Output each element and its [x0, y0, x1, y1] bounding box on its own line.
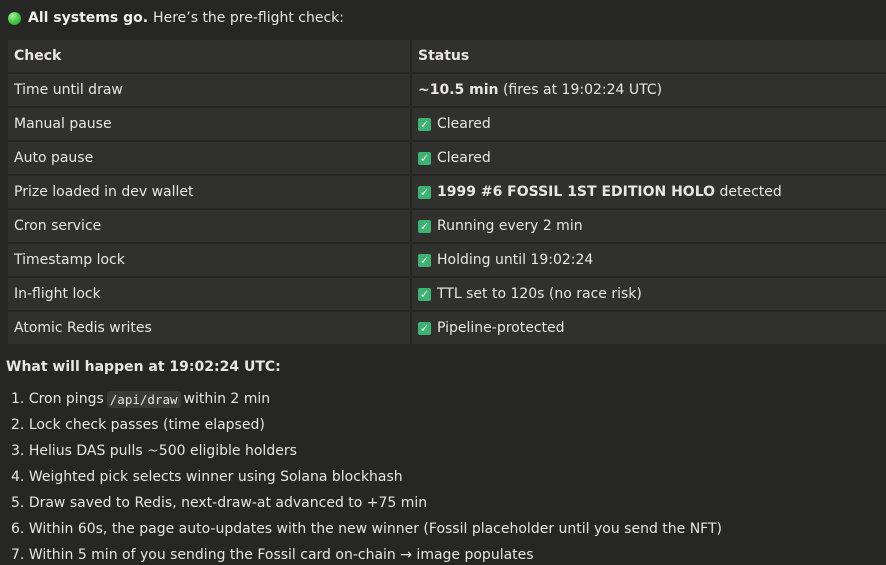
green-circle-icon — [8, 11, 21, 25]
steps-list: 1. Cron pings/api/draw within 2 min 2. Lo… — [11, 386, 722, 565]
intro-bold: All systems go. — [28, 10, 149, 26]
step-text: Draw saved to Redis, next-draw-at advanc… — [28, 495, 428, 511]
step-number: 1. — [11, 391, 25, 407]
column-header-status: Status — [412, 40, 886, 72]
section-title: What will happen at 19:02:24 UTC: — [6, 359, 281, 375]
check-cell: Manual pause — [8, 108, 410, 140]
list-item: 5. Draw saved to Redis, next-draw-at adv… — [11, 490, 722, 516]
status-text: Cleared — [437, 116, 491, 132]
table-row: Timestamp lock ✓ Holding until 19:02:24 — [8, 244, 886, 276]
status-cell: ~10.5 min (fires at 19:02:24 UTC) — [412, 74, 886, 106]
status-cell: ✓ 1999 #6 FOSSIL 1ST EDITION HOLO detecte… — [412, 176, 886, 208]
check-box-icon: ✓ — [418, 321, 431, 335]
status-bold: 1999 #6 FOSSIL 1ST EDITION HOLO — [437, 184, 716, 200]
status-text: detected — [715, 184, 782, 200]
step-text: Cron pings — [28, 391, 104, 407]
step-number: 4. — [11, 469, 25, 485]
table-row: Time until draw ~10.5 min (fires at 19:0… — [8, 74, 886, 106]
table-row: In-flight lock ✓ TTL set to 120s (no race… — [8, 278, 886, 310]
table-row: Cron service ✓ Running every 2 min — [8, 210, 886, 242]
check-cell: Timestamp lock — [8, 244, 410, 276]
status-text: Running every 2 min — [437, 218, 583, 234]
check-box-icon: ✓ — [418, 287, 431, 301]
table-row: Prize loaded in dev wallet ✓ 1999 #6 FOSS… — [8, 176, 886, 208]
list-item: 7. Within 5 min of you sending the Fossi… — [11, 542, 722, 565]
check-box-icon: ✓ — [418, 253, 431, 267]
status-cell: ✓ Cleared — [412, 142, 886, 174]
status-text: Holding until 19:02:24 — [437, 252, 594, 268]
status-cell: ✓ Running every 2 min — [412, 210, 886, 242]
check-cell: In-flight lock — [8, 278, 410, 310]
column-header-check: Check — [8, 40, 410, 72]
status-cell: ✓ Pipeline-protected — [412, 312, 886, 344]
table-header-row: Check Status — [8, 40, 886, 72]
step-text-after: within 2 min — [183, 391, 271, 407]
table-row: Auto pause ✓ Cleared — [8, 142, 886, 174]
step-number: 2. — [11, 417, 25, 433]
step-text: Helius DAS pulls ~500 eligible holders — [28, 443, 297, 459]
check-box-icon: ✓ — [418, 151, 431, 165]
check-cell: Cron service — [8, 210, 410, 242]
inline-code: /api/draw — [106, 390, 181, 408]
list-item: 1. Cron pings/api/draw within 2 min — [11, 386, 722, 412]
check-cell: Auto pause — [8, 142, 410, 174]
step-text: Within 60s, the page auto-updates with t… — [28, 521, 722, 537]
check-cell: Time until draw — [8, 74, 410, 106]
step-text: Weighted pick selects winner using Solan… — [28, 469, 403, 485]
intro-line: All systems go. Here’s the pre-flight ch… — [8, 8, 344, 28]
check-cell: Prize loaded in dev wallet — [8, 176, 410, 208]
table-row: Atomic Redis writes ✓ Pipeline-protected — [8, 312, 886, 344]
step-number: 7. — [11, 547, 25, 563]
status-cell: ✓ Cleared — [412, 108, 886, 140]
status-text: Cleared — [437, 150, 491, 166]
list-item: 6. Within 60s, the page auto-updates wit… — [11, 516, 722, 542]
check-box-icon: ✓ — [418, 117, 431, 131]
step-number: 5. — [11, 495, 25, 511]
status-text: TTL set to 120s (no race risk) — [437, 286, 642, 302]
preflight-table: Check Status Time until draw ~10.5 min (… — [8, 40, 886, 346]
check-cell: Atomic Redis writes — [8, 312, 410, 344]
status-text: (fires at 19:02:24 UTC) — [498, 82, 663, 98]
check-box-icon: ✓ — [418, 185, 431, 199]
status-cell: ✓ TTL set to 120s (no race risk) — [412, 278, 886, 310]
step-number: 3. — [11, 443, 25, 459]
step-text: Within 5 min of you sending the Fossil c… — [28, 547, 534, 563]
intro-text: Here’s the pre-flight check: — [153, 10, 344, 26]
step-number: 6. — [11, 521, 25, 537]
status-cell: ✓ Holding until 19:02:24 — [412, 244, 886, 276]
list-item: 4. Weighted pick selects winner using So… — [11, 464, 722, 490]
status-bold: ~10.5 min — [418, 82, 499, 98]
list-item: 3. Helius DAS pulls ~500 eligible holder… — [11, 438, 722, 464]
table-row: Manual pause ✓ Cleared — [8, 108, 886, 140]
step-text: Lock check passes (time elapsed) — [28, 417, 265, 433]
list-item: 2. Lock check passes (time elapsed) — [11, 412, 722, 438]
status-text: Pipeline-protected — [437, 320, 565, 336]
check-box-icon: ✓ — [418, 219, 431, 233]
